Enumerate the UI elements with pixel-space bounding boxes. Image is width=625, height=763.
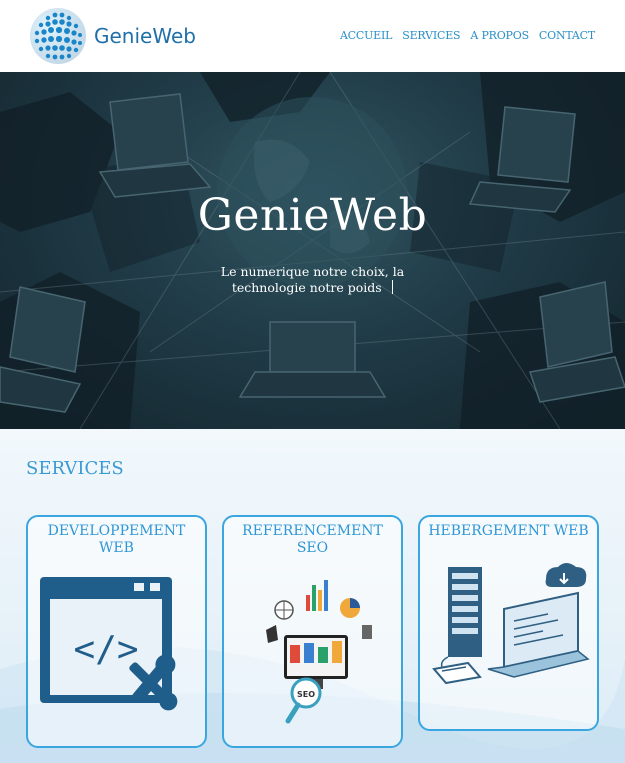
hero-background-image (0, 72, 625, 429)
hero-title: GenieWeb (197, 190, 428, 241)
hero-banner: GenieWeb Le numerique notre choix, la te… (0, 72, 625, 429)
brand-logo[interactable]: GenieWeb (28, 6, 196, 66)
nav-accueil[interactable]: ACCUEIL (340, 29, 393, 42)
hero-subtitle-text: Le numerique notre choix, la technologie… (220, 264, 405, 295)
svg-text:</>: </> (73, 629, 138, 670)
server-cloud-icon (432, 563, 590, 685)
brand-name: GenieWeb (94, 24, 196, 48)
services-section: SERVICES DEVELOPPEMENT WEB </> REFERENCE… (0, 429, 625, 763)
site-header: GenieWeb ACCUEIL SERVICES A PROPOS CONTA… (0, 0, 625, 72)
service-card-developpement-web[interactable]: DEVELOPPEMENT WEB </> (26, 515, 207, 748)
seo-badge: SEO (297, 690, 315, 699)
code-window-icon: </> (40, 577, 178, 711)
nav-a-propos[interactable]: A PROPOS (470, 29, 529, 42)
globe-logo-icon (30, 8, 86, 64)
hero-subtitle: Le numerique notre choix, la technologie… (185, 264, 440, 296)
service-card-title: DEVELOPPEMENT WEB (47, 523, 186, 556)
service-card-referencement-seo[interactable]: REFERENCEMENT SEO SEO (222, 515, 403, 748)
services-title: SERVICES (26, 458, 124, 479)
seo-analytics-icon: SEO (266, 580, 372, 724)
typing-cursor (391, 280, 394, 294)
service-card-hebergement-web[interactable]: HEBERGEMENT WEB (418, 515, 599, 731)
nav-services[interactable]: SERVICES (402, 29, 460, 42)
service-card-title: REFERENCEMENT SEO (242, 523, 383, 556)
nav-contact[interactable]: CONTACT (539, 29, 595, 42)
main-nav: ACCUEIL SERVICES A PROPOS CONTACT (340, 29, 595, 42)
service-card-title: HEBERGEMENT WEB (428, 523, 589, 539)
